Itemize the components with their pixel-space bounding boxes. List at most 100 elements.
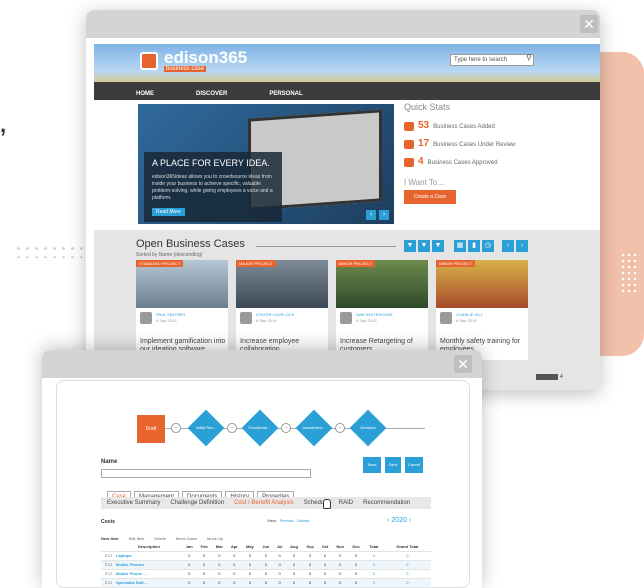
filter-icon[interactable]: ▼ bbox=[418, 240, 430, 252]
delete-button[interactable]: Delete bbox=[154, 536, 166, 541]
table-row[interactable]: ≡ ☐ Mobile Phone ... 0 0 0 0 0 0 0 0 0 0 0 0 0 0 bbox=[101, 568, 431, 578]
view-toggle: View: Periodic Details bbox=[267, 518, 310, 523]
costs-table: Description Jan Feb Mar Apr May Jun Jul Aug Sep Oc… bbox=[101, 543, 431, 588]
pagination-bar[interactable] bbox=[536, 374, 558, 380]
case-card[interactable]: MAJOR PROJECT LESTER LOVELOCK 6 Sep 2019… bbox=[236, 260, 328, 360]
table-cell: 0 bbox=[226, 559, 242, 569]
name-field[interactable] bbox=[101, 469, 311, 478]
case-card[interactable]: MINOR PROJECT DAN WHITEHOUSE 6 Sep 2019 … bbox=[336, 260, 428, 360]
next-page-icon[interactable]: › bbox=[516, 240, 528, 252]
subtab-challenge-definition[interactable]: Challenge Definition bbox=[170, 500, 224, 506]
case-card[interactable]: MINOR PROJECT CHARLIE HILL 6 Sep 2019 Mo… bbox=[436, 260, 528, 360]
table-cell: 0 bbox=[181, 568, 197, 578]
card-author: PAUL SMITHER bbox=[156, 312, 186, 317]
search-icon[interactable]: ⚲ bbox=[526, 53, 532, 62]
workflow-connector: + bbox=[335, 423, 345, 433]
table-cell: 0 bbox=[363, 559, 384, 569]
hand-cursor-icon bbox=[323, 499, 331, 509]
workflow-step-draft[interactable]: Draft bbox=[137, 415, 165, 443]
card-date: 6 Sep 2019 bbox=[256, 318, 277, 323]
read-more-button[interactable]: Read More bbox=[152, 208, 185, 216]
table-row[interactable]: ≡ ☐ Specialist Soft... 0 0 0 0 0 0 0 0 0 0 0 0 0 0 bbox=[101, 577, 431, 587]
i-want-to-title: I Want To... bbox=[404, 178, 445, 187]
cancel-button[interactable]: Cancel bbox=[405, 457, 423, 473]
table-cell: 0 bbox=[302, 568, 318, 578]
table-cell: 0 bbox=[273, 550, 286, 560]
filter-icon[interactable]: ▼ bbox=[404, 240, 416, 252]
save-button[interactable]: Save bbox=[385, 457, 401, 473]
row-select-checkbox[interactable]: ≡ ☐ bbox=[101, 559, 116, 569]
grid-view-icon[interactable]: ▦ bbox=[454, 240, 466, 252]
table-cell: 0 bbox=[258, 559, 274, 569]
workflow-step[interactable]: Functional ... bbox=[241, 409, 279, 447]
workflow-step[interactable]: Initial Rev... bbox=[187, 409, 225, 447]
table-cell: 0 bbox=[181, 559, 197, 569]
filter-icon[interactable]: ▼ bbox=[432, 240, 444, 252]
table-header-cell: Dec bbox=[352, 544, 360, 550]
table-row[interactable]: ≡ ☐ Laptops 0 0 0 0 0 0 0 0 0 0 0 0 0 0 bbox=[101, 550, 431, 560]
page-number[interactable]: 4 bbox=[560, 374, 563, 380]
nav-discover[interactable]: DISCOVER bbox=[196, 85, 227, 103]
create-case-button[interactable]: Create a Case bbox=[404, 190, 456, 204]
table-cell: 0 bbox=[196, 568, 212, 578]
subtab-executive-summary[interactable]: Executive Summary bbox=[107, 500, 160, 506]
subtab-recommendation[interactable]: Recommendation bbox=[363, 500, 410, 506]
open-cases-sort: Sorted by Name (descending) bbox=[136, 252, 203, 258]
search-input[interactable]: Type here to search bbox=[450, 54, 534, 66]
move-up-button[interactable]: Move Up bbox=[207, 536, 223, 541]
table-cell: 0 bbox=[363, 577, 384, 587]
prev-page-icon[interactable]: ‹ bbox=[502, 240, 514, 252]
case-form: Draft + Initial Rev... + Functional ... … bbox=[56, 380, 470, 588]
refresh-icon bbox=[404, 139, 414, 149]
table-header-cell: Sep bbox=[306, 544, 314, 550]
subtab-raid[interactable]: RAID bbox=[339, 500, 353, 506]
workflow-step[interactable]: Decision bbox=[349, 409, 387, 447]
year-selector[interactable]: ‹ 2020 › bbox=[387, 517, 411, 524]
table-cell: 0 bbox=[211, 559, 227, 569]
table-cell: 0 bbox=[258, 550, 274, 560]
view-details[interactable]: Details bbox=[297, 518, 309, 523]
new-item-button[interactable]: New Item bbox=[101, 536, 119, 541]
table-row[interactable]: ≡ ☐ Mobile Phones 0 0 0 0 0 0 0 0 0 0 0 0 0 0 bbox=[101, 559, 431, 569]
card-image bbox=[436, 260, 528, 308]
move-down-button[interactable]: Move Down bbox=[176, 536, 197, 541]
table-cell: 0 bbox=[226, 568, 242, 578]
card-date: 6 Sep 2019 bbox=[456, 318, 477, 323]
card-tag: MAJOR PROJECT bbox=[236, 260, 276, 267]
card-tag: MINOR PROJECT bbox=[436, 260, 476, 267]
view-periodic[interactable]: Periodic bbox=[280, 518, 294, 523]
workflow-step[interactable]: Investment... bbox=[295, 409, 333, 447]
subtab-cost-benefit[interactable]: Cost / Benefit Analysis bbox=[234, 500, 294, 506]
next-year-icon[interactable]: › bbox=[407, 517, 411, 524]
row-description[interactable]: Laptops bbox=[115, 550, 182, 560]
save-close-button[interactable]: Save Close bbox=[363, 457, 381, 483]
nav-personal[interactable]: PERSONAL bbox=[269, 85, 302, 103]
row-description[interactable]: Mobile Phones bbox=[115, 559, 182, 569]
case-card[interactable]: STANDARD PROJECT PAUL SMITHER 6 Sep 2019… bbox=[136, 260, 228, 360]
hero-prev-icon[interactable]: ‹ bbox=[366, 210, 376, 220]
table-cell: 0 bbox=[241, 550, 259, 560]
edit-item-button[interactable]: Edit Item bbox=[129, 536, 145, 541]
table-cell: 0 bbox=[196, 577, 212, 587]
workflow-connector: + bbox=[171, 423, 181, 433]
front-window-close-icon[interactable]: ✕ bbox=[454, 355, 472, 373]
stat-approved: 4 Business Cases Approved bbox=[404, 156, 498, 167]
table-cell: 0 bbox=[211, 577, 227, 587]
clock-icon[interactable]: ◷ bbox=[482, 240, 494, 252]
table-header-cell: Oct bbox=[321, 544, 329, 550]
hero-next-icon[interactable]: › bbox=[379, 210, 389, 220]
row-select-checkbox[interactable]: ≡ ☐ bbox=[101, 550, 116, 560]
table-cell: 0 bbox=[302, 550, 318, 560]
table-cell: 0 bbox=[302, 559, 318, 569]
row-select-checkbox[interactable]: ≡ ☐ bbox=[101, 577, 116, 587]
table-header-cell: Mar bbox=[215, 544, 223, 550]
back-window-close-icon[interactable]: ✕ bbox=[580, 15, 598, 33]
table-cell: 0 bbox=[348, 568, 364, 578]
row-select-checkbox[interactable]: ≡ ☐ bbox=[101, 568, 116, 578]
table-cell: 0 bbox=[285, 559, 303, 569]
row-description[interactable]: Mobile Phone ... bbox=[115, 568, 182, 578]
card-image bbox=[236, 260, 328, 308]
row-description[interactable]: Specialist Soft... bbox=[115, 577, 182, 587]
chart-view-icon[interactable]: ▮ bbox=[468, 240, 480, 252]
nav-home[interactable]: HOME bbox=[136, 85, 154, 103]
